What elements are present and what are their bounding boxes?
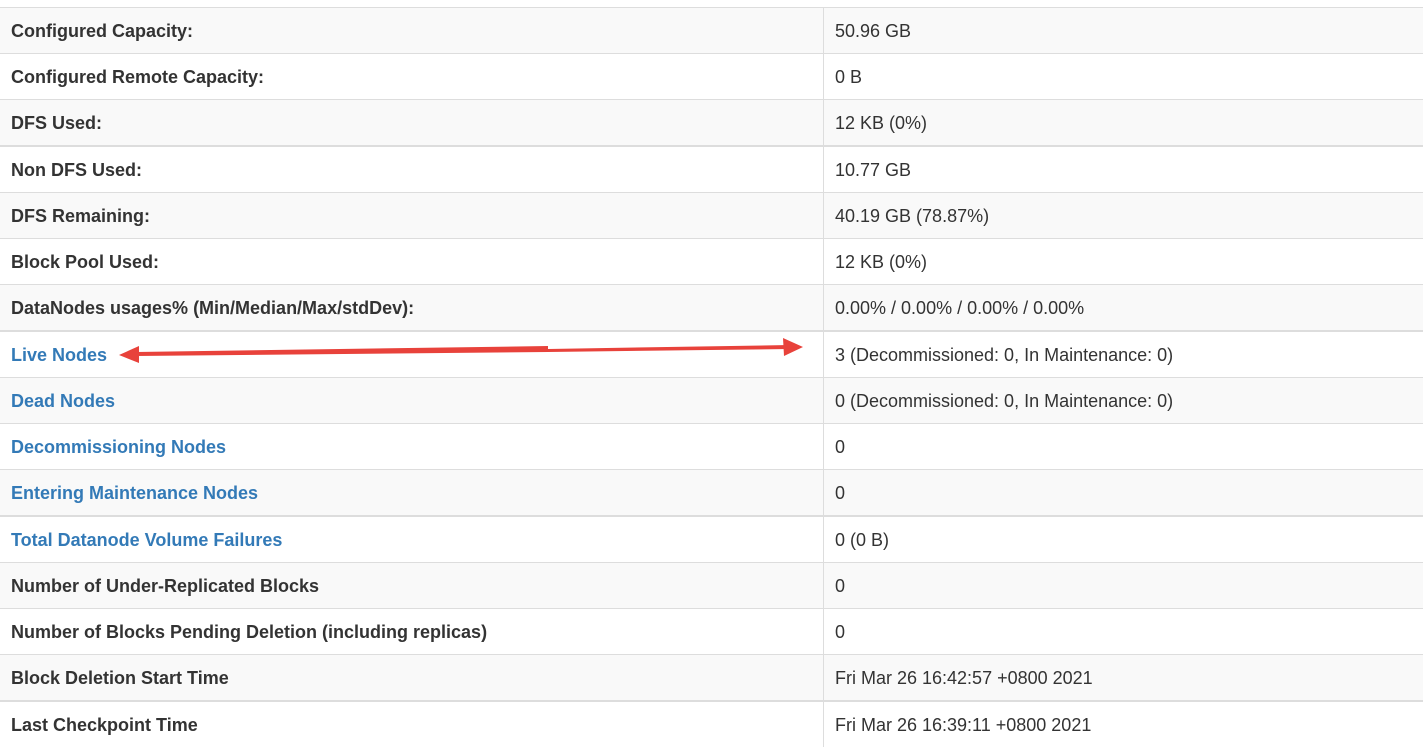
row-value: 0 xyxy=(823,469,1423,516)
table-row: Number of Under-Replicated Blocks 0 xyxy=(0,562,1423,609)
row-value: 10.77 GB xyxy=(823,145,1423,193)
row-value: 0 xyxy=(823,562,1423,609)
row-label: Block Deletion Start Time xyxy=(0,654,824,701)
row-label: Block Pool Used: xyxy=(0,238,824,285)
entering-maintenance-nodes-link[interactable]: Entering Maintenance Nodes xyxy=(11,483,258,503)
table-row: Dead Nodes 0 (Decommissioned: 0, In Main… xyxy=(0,377,1423,424)
live-nodes-link[interactable]: Live Nodes xyxy=(11,345,107,365)
cluster-summary-table: Configured Capacity: 50.96 GB Configured… xyxy=(0,7,1423,747)
dead-nodes-link[interactable]: Dead Nodes xyxy=(11,391,115,411)
table-row: DFS Used: 12 KB (0%) xyxy=(0,99,1423,146)
table-row: Non DFS Used: 10.77 GB xyxy=(0,145,1423,193)
row-label: DFS Used: xyxy=(0,99,824,146)
row-label-cell: Total Datanode Volume Failures xyxy=(0,515,824,563)
row-value: 0 (0 B) xyxy=(823,515,1423,563)
row-value: 3 (Decommissioned: 0, In Maintenance: 0) xyxy=(823,330,1423,378)
table-row: Number of Blocks Pending Deletion (inclu… xyxy=(0,608,1423,655)
table-row: Configured Capacity: 50.96 GB xyxy=(0,7,1423,54)
row-value: 0 (Decommissioned: 0, In Maintenance: 0) xyxy=(823,377,1423,424)
row-value: 12 KB (0%) xyxy=(823,99,1423,146)
row-value: 12 KB (0%) xyxy=(823,238,1423,285)
row-value: Fri Mar 26 16:39:11 +0800 2021 xyxy=(823,700,1423,747)
table-row: Live Nodes 3 (Decommissioned: 0, In Main… xyxy=(0,330,1423,378)
table-row: Block Pool Used: 12 KB (0%) xyxy=(0,238,1423,285)
row-label: Non DFS Used: xyxy=(0,145,824,193)
table-row: Configured Remote Capacity: 0 B xyxy=(0,53,1423,100)
row-value: 0 xyxy=(823,608,1423,655)
row-label-cell: Dead Nodes xyxy=(0,377,824,424)
row-label: Last Checkpoint Time xyxy=(0,700,824,747)
row-label: DataNodes usages% (Min/Median/Max/stdDev… xyxy=(0,284,824,331)
table-row: Last Checkpoint Time Fri Mar 26 16:39:11… xyxy=(0,700,1423,747)
row-label: Number of Blocks Pending Deletion (inclu… xyxy=(0,608,824,655)
row-value: 0 xyxy=(823,423,1423,470)
row-label: Configured Capacity: xyxy=(0,7,824,54)
decommissioning-nodes-link[interactable]: Decommissioning Nodes xyxy=(11,437,226,457)
table-row: Block Deletion Start Time Fri Mar 26 16:… xyxy=(0,654,1423,701)
row-value: 0 B xyxy=(823,53,1423,100)
row-value: Fri Mar 26 16:42:57 +0800 2021 xyxy=(823,654,1423,701)
table-row: DFS Remaining: 40.19 GB (78.87%) xyxy=(0,192,1423,239)
row-value: 50.96 GB xyxy=(823,7,1423,54)
table-row: Entering Maintenance Nodes 0 xyxy=(0,469,1423,516)
row-label: DFS Remaining: xyxy=(0,192,824,239)
row-value: 40.19 GB (78.87%) xyxy=(823,192,1423,239)
row-label: Number of Under-Replicated Blocks xyxy=(0,562,824,609)
row-label-cell: Decommissioning Nodes xyxy=(0,423,824,470)
table-row: Total Datanode Volume Failures 0 (0 B) xyxy=(0,515,1423,563)
table-row: Decommissioning Nodes 0 xyxy=(0,423,1423,470)
row-value: 0.00% / 0.00% / 0.00% / 0.00% xyxy=(823,284,1423,331)
row-label-cell: Entering Maintenance Nodes xyxy=(0,469,824,516)
table-row: DataNodes usages% (Min/Median/Max/stdDev… xyxy=(0,284,1423,331)
row-label: Configured Remote Capacity: xyxy=(0,53,824,100)
row-label-cell: Live Nodes xyxy=(0,330,824,378)
total-datanode-volume-failures-link[interactable]: Total Datanode Volume Failures xyxy=(11,530,282,550)
